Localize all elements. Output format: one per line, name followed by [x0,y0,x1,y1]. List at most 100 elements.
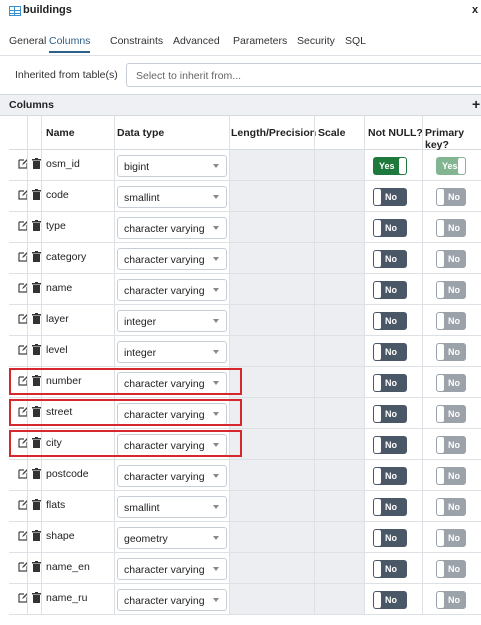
primary-key-toggle[interactable]: No [436,312,466,330]
primary-key-toggle[interactable]: No [436,374,466,392]
chevron-down-icon [213,257,219,261]
data-type-select[interactable]: integer [117,310,227,332]
primary-key-toggle[interactable]: No [436,219,466,237]
tab-general[interactable]: General [9,35,46,47]
not-null-toggle[interactable]: No [373,374,407,392]
column-name[interactable]: postcode [46,468,89,480]
toggle-knob [437,530,444,546]
tab-advanced[interactable]: Advanced [173,35,220,47]
not-null-toggle[interactable]: No [373,219,407,237]
column-name[interactable]: name_en [46,561,90,573]
column-name[interactable]: code [46,189,69,201]
primary-key-toggle[interactable]: No [436,405,466,423]
data-type-select[interactable]: character varying [117,558,227,580]
primary-key-toggle[interactable]: No [436,343,466,361]
not-null-toggle[interactable]: No [373,250,407,268]
column-name[interactable]: layer [46,313,69,325]
not-null-toggle[interactable]: No [373,436,407,454]
data-type-select[interactable]: character varying [117,465,227,487]
trash-icon[interactable] [32,282,41,293]
toggle-knob [374,468,381,484]
trash-icon[interactable] [32,592,41,603]
column-name[interactable]: flats [46,499,65,511]
primary-key-toggle[interactable]: Yes [436,157,466,175]
column-name[interactable]: type [46,220,66,232]
tab-sql[interactable]: SQL [345,35,366,47]
not-null-toggle[interactable]: Yes [373,157,407,175]
trash-icon[interactable] [32,189,41,200]
trash-icon[interactable] [32,158,41,169]
toggle-knob [374,437,381,453]
primary-key-toggle[interactable]: No [436,281,466,299]
primary-key-value: No [448,440,460,450]
data-type-select[interactable]: smallint [117,186,227,208]
trash-icon[interactable] [32,530,41,541]
data-type-select[interactable]: character varying [117,217,227,239]
data-type-select[interactable]: character varying [117,248,227,270]
trash-icon[interactable] [32,561,41,572]
not-null-toggle[interactable]: No [373,591,407,609]
not-null-toggle[interactable]: No [373,312,407,330]
primary-key-toggle[interactable]: No [436,250,466,268]
column-name[interactable]: osm_id [46,158,80,170]
not-null-value: Yes [379,161,395,171]
data-type-select[interactable]: character varying [117,279,227,301]
not-null-value: No [385,378,397,388]
trash-icon[interactable] [32,344,41,355]
not-null-toggle[interactable]: No [373,343,407,361]
primary-key-toggle[interactable]: No [436,529,466,547]
data-type-value: geometry [124,533,168,545]
toggle-knob [437,313,444,329]
add-column-button[interactable]: + [472,96,480,112]
table-row: layer integer No No [9,305,481,336]
trash-icon[interactable] [32,499,41,510]
close-icon[interactable]: x [472,4,478,16]
data-type-select[interactable]: smallint [117,496,227,518]
primary-key-value: No [448,285,460,295]
chevron-down-icon [213,319,219,323]
data-type-select[interactable]: integer [117,341,227,363]
trash-icon[interactable] [32,251,41,262]
column-name[interactable]: name [46,282,72,294]
data-type-value: character varying [124,254,205,266]
not-null-toggle[interactable]: No [373,498,407,516]
toggle-knob [437,282,444,298]
length-scale-cell [230,305,364,335]
not-null-toggle[interactable]: No [373,529,407,547]
primary-key-toggle[interactable]: No [436,591,466,609]
column-name[interactable]: name_ru [46,592,87,604]
column-name[interactable]: category [46,251,86,263]
length-scale-cell [230,367,364,397]
trash-icon[interactable] [32,468,41,479]
primary-key-value: No [448,378,460,388]
column-name[interactable]: level [46,344,68,356]
tab-security[interactable]: Security [297,35,335,47]
primary-key-toggle[interactable]: No [436,560,466,578]
grid-column-divider [314,116,315,615]
primary-key-toggle[interactable]: No [436,188,466,206]
data-type-select[interactable]: geometry [117,527,227,549]
primary-key-value: No [448,471,460,481]
primary-key-toggle[interactable]: No [436,467,466,485]
primary-key-toggle[interactable]: No [436,498,466,516]
trash-icon[interactable] [32,220,41,231]
not-null-toggle[interactable]: No [373,560,407,578]
not-null-value: No [385,285,397,295]
data-type-select[interactable]: bigint [117,155,227,177]
not-null-value: No [385,564,397,574]
column-name[interactable]: shape [46,530,75,542]
tab-constraints[interactable]: Constraints [110,35,163,47]
not-null-toggle[interactable]: No [373,188,407,206]
not-null-value: No [385,347,397,357]
not-null-toggle[interactable]: No [373,281,407,299]
data-type-select[interactable]: character varying [117,589,227,611]
primary-key-toggle[interactable]: No [436,436,466,454]
toggle-knob [437,189,444,205]
not-null-toggle[interactable]: No [373,467,407,485]
tab-columns[interactable]: Columns [49,35,91,53]
not-null-toggle[interactable]: No [373,405,407,423]
tab-parameters[interactable]: Parameters [233,35,287,47]
inherit-select[interactable]: Select to inherit from... [126,63,481,87]
trash-icon[interactable] [32,313,41,324]
primary-key-value: No [448,595,460,605]
